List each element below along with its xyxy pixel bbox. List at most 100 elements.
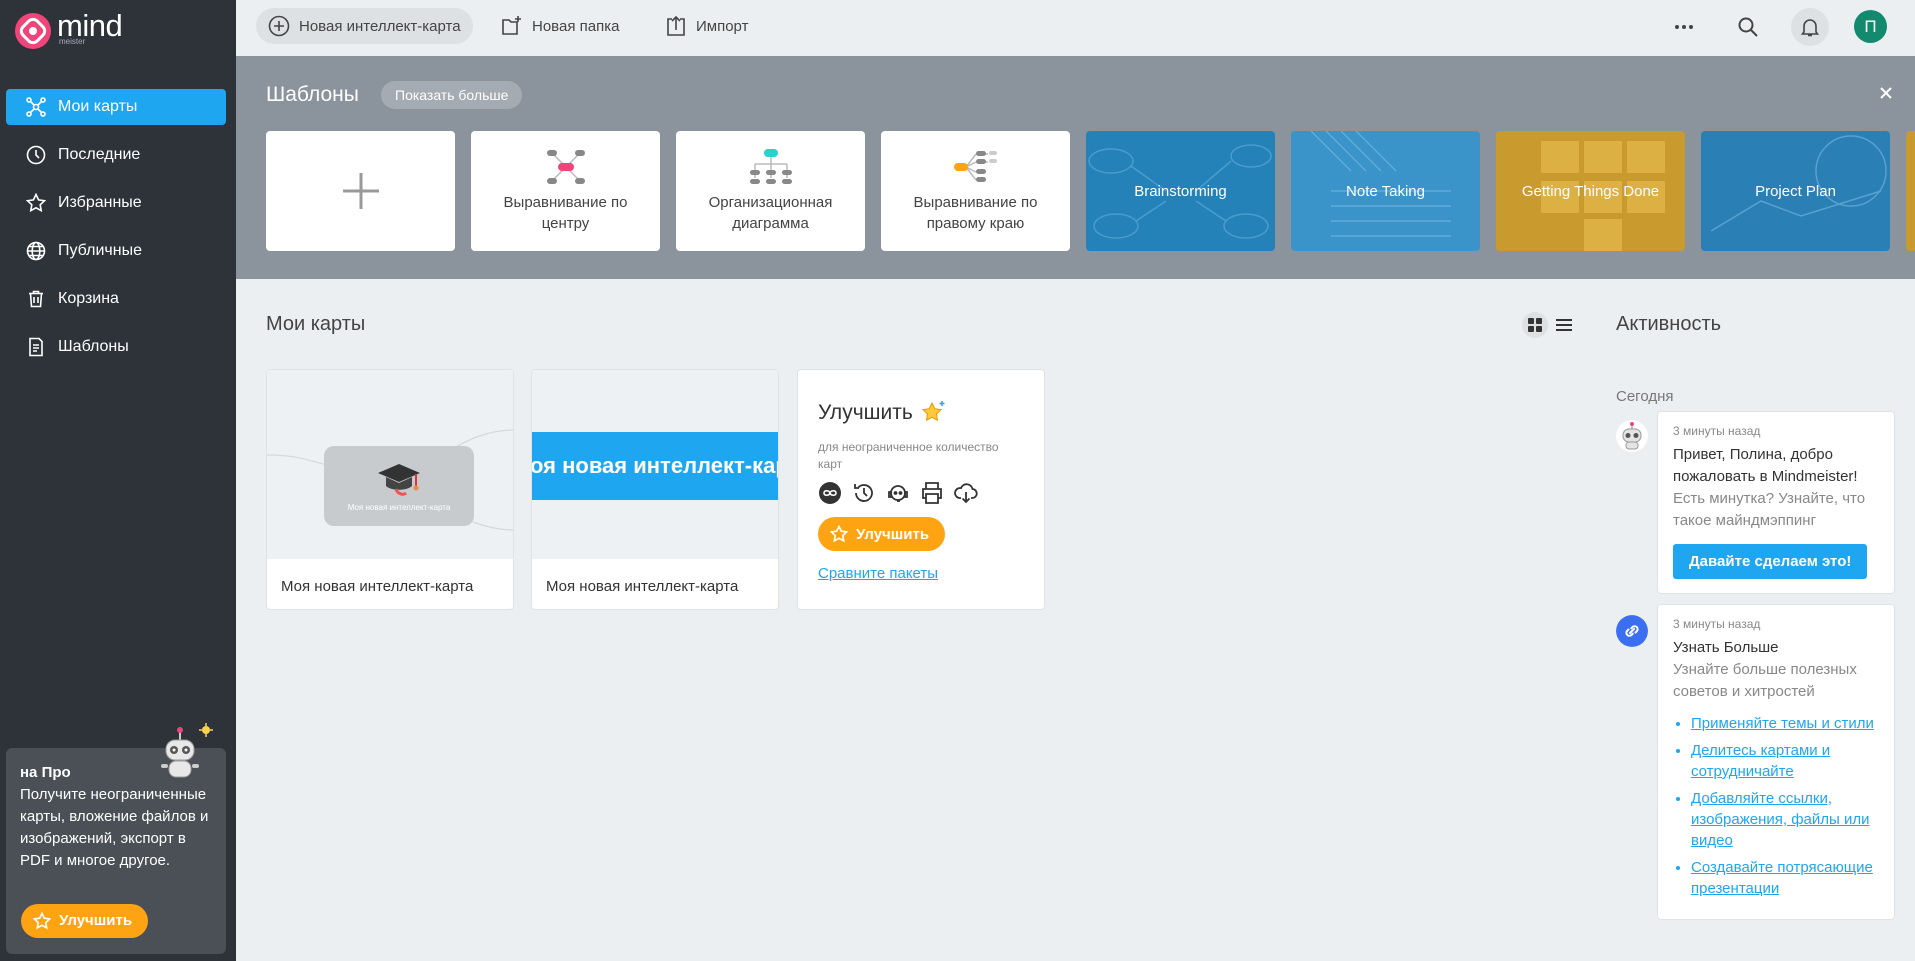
cloud-download-icon xyxy=(954,483,978,504)
pro-star-icon xyxy=(921,401,945,422)
activity-text: Узнайте больше полезных советов и хитрос… xyxy=(1673,661,1857,700)
show-more-button[interactable]: Показать больше xyxy=(381,81,523,109)
grid-view-toggle[interactable] xyxy=(1522,312,1548,338)
template-note-taking[interactable]: Note Taking xyxy=(1291,131,1480,251)
close-icon xyxy=(1880,87,1892,99)
notifications-button[interactable] xyxy=(1791,8,1829,46)
promo-text: Получите неограниченные карты, вложение … xyxy=(20,786,209,869)
upgrade-card-button[interactable]: Улучшить xyxy=(818,517,946,551)
import-icon xyxy=(667,15,685,36)
template-icon xyxy=(29,337,43,357)
sidebar-item-trash[interactable]: Корзина xyxy=(6,281,226,317)
tip-link-attachments[interactable]: Добавляйте ссылки, изображения, файлы ил… xyxy=(1691,790,1869,849)
bell-icon xyxy=(1800,19,1820,37)
pro-promo-panel: на Про Получите неограниченные карты, вл… xyxy=(6,723,226,954)
close-templates-button[interactable] xyxy=(1879,86,1893,100)
map-name: Моя новая интеллект-карта xyxy=(546,578,739,595)
center-layout-icon xyxy=(546,150,585,184)
logo[interactable]: mind meister xyxy=(14,10,123,50)
mindmeister-logo-icon xyxy=(15,13,51,49)
map-thumbnail: Моя новая интеллект-карта xyxy=(267,370,513,559)
search-button[interactable] xyxy=(1729,8,1767,46)
clock-icon xyxy=(26,145,46,165)
template-brainstorming[interactable]: Brainstorming xyxy=(1086,131,1275,251)
sidebar-item-favorites[interactable]: Избранные xyxy=(6,185,226,221)
template-label: Getting Things Done xyxy=(1521,182,1660,200)
templates-panel: Шаблоны Показать больше Выравнивание по … xyxy=(236,56,1915,279)
map-thumbnail: оя новая интеллект-кар xyxy=(532,370,778,559)
template-label: Организационная диаграмма xyxy=(708,194,833,232)
compare-plans-link[interactable]: Сравните пакеты xyxy=(818,565,1024,582)
sidebar-item-public[interactable]: Публичные xyxy=(6,233,226,269)
top-toolbar: Новая интеллект-карта Новая папка Импорт… xyxy=(236,0,1915,56)
map-card[interactable]: оя новая интеллект-кар Моя новая интелле… xyxy=(531,369,779,610)
new-mindmap-label: Новая интеллект-карта xyxy=(299,17,461,35)
org-chart-icon xyxy=(749,149,792,184)
tip-link-presentations[interactable]: Создавайте потрясающие презентации xyxy=(1691,859,1873,897)
tip-link-share[interactable]: Делитесь картами и сотрудничайте xyxy=(1691,742,1830,780)
list-item: Создавайте потрясающие презентации xyxy=(1691,857,1880,899)
right-layout-icon xyxy=(953,151,997,182)
link-avatar-icon xyxy=(1616,615,1648,647)
map-root-node: Моя новая интеллект-карта xyxy=(324,446,474,526)
mindmap-icon xyxy=(26,97,46,117)
template-label: Brainstorming xyxy=(1134,182,1227,200)
template-right-align[interactable]: Выравнивание по правому краю xyxy=(881,131,1070,251)
template-project-plan[interactable]: Project Plan xyxy=(1701,131,1890,251)
sidebar-item-my-maps[interactable]: Мои карты xyxy=(6,89,226,125)
upgrade-subtitle: для неограниченное количество карт xyxy=(818,440,999,471)
robot-mascot-icon xyxy=(161,723,213,778)
new-folder-button[interactable]: Новая папка xyxy=(489,8,631,44)
sidebar-item-label: Корзина xyxy=(58,290,119,307)
upgrade-button[interactable]: Улучшить xyxy=(21,904,149,938)
sidebar-item-templates[interactable]: Шаблоны xyxy=(6,329,226,365)
template-label: Project Plan xyxy=(1755,182,1836,200)
my-maps-title: Мои карты xyxy=(266,313,366,335)
template-next-partial[interactable] xyxy=(1906,131,1915,251)
sidebar-item-label: Избранные xyxy=(58,194,142,211)
more-horizontal-icon xyxy=(1675,25,1693,29)
sidebar-item-label: Последние xyxy=(58,146,141,163)
map-card[interactable]: Моя новая интеллект-карта Моя новая инте… xyxy=(266,369,514,610)
star-badge-icon xyxy=(33,912,51,930)
graduation-cap-icon xyxy=(378,463,420,496)
user-avatar[interactable]: П xyxy=(1854,10,1887,43)
sidebar-item-label: Мои карты xyxy=(58,98,138,115)
templates-title: Шаблоны xyxy=(266,83,359,106)
list-item: Делитесь картами и сотрудничайте xyxy=(1691,740,1880,782)
activity-text: Есть минутка? Узнайте, что такое майндмэ… xyxy=(1673,490,1866,529)
template-getting-things-done[interactable]: Getting Things Done xyxy=(1496,131,1685,251)
sidebar: mind meister Мои карты Последние Избранн… xyxy=(0,0,236,961)
more-options-button[interactable] xyxy=(1665,8,1703,46)
sidebar-item-label: Шаблоны xyxy=(58,338,129,355)
search-icon xyxy=(1738,17,1758,37)
map-root-text: оя новая интеллект-кар xyxy=(532,453,778,478)
sidebar-item-recent[interactable]: Последние xyxy=(6,137,226,173)
template-center[interactable]: Выравнивание по центру xyxy=(471,131,660,251)
upgrade-card-button-label: Улучшить xyxy=(856,525,930,543)
import-button[interactable]: Импорт xyxy=(653,8,760,44)
map-root-node: оя новая интеллект-кар xyxy=(532,432,778,500)
template-label: Выравнивание по центру xyxy=(503,194,628,232)
template-label: Выравнивание по правому краю xyxy=(913,194,1038,232)
template-blank[interactable] xyxy=(266,131,455,251)
list-view-toggle[interactable] xyxy=(1551,312,1577,338)
map-name: Моя новая интеллект-карта xyxy=(281,578,474,595)
folder-plus-icon xyxy=(502,16,521,35)
activity-card-welcome: 3 минуты назад Привет, Полина, добро пож… xyxy=(1657,411,1895,594)
new-mindmap-button[interactable]: Новая интеллект-карта xyxy=(256,8,473,44)
star-badge-icon xyxy=(830,525,848,543)
support-icon xyxy=(888,485,908,502)
trash-icon xyxy=(29,290,43,308)
print-icon xyxy=(922,482,942,504)
activity-time: 3 минуты назад xyxy=(1673,617,1761,631)
lets-do-it-button[interactable]: Давайте сделаем это! xyxy=(1673,544,1868,579)
list-icon xyxy=(1556,319,1572,331)
upgrade-title: Улучшить xyxy=(818,401,913,424)
map-root-text: Моя новая интеллект-карта xyxy=(347,502,451,512)
upgrade-button-label: Улучшить xyxy=(59,912,133,929)
template-org-chart[interactable]: Организационная диаграмма xyxy=(676,131,865,251)
list-item: Применяйте темы и стили xyxy=(1691,713,1880,734)
tip-link-themes[interactable]: Применяйте темы и стили xyxy=(1691,715,1874,732)
list-item: Добавляйте ссылки, изображения, файлы ил… xyxy=(1691,788,1880,851)
